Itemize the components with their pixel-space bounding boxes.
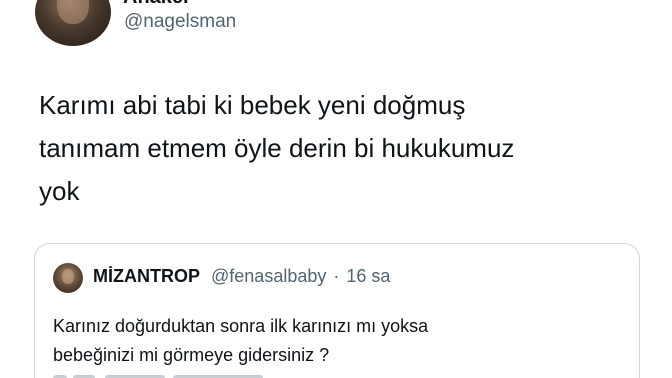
quoted-author-display-name: MİZANTROP xyxy=(93,266,200,286)
quoted-tweet-text-line: Karınız doğurduktan sonra ilk karınızı m… xyxy=(53,316,429,336)
quoted-tweet-header: MİZANTROP @fenasalbaby · 16 sa xyxy=(93,266,390,287)
tweet-text-line: yok xyxy=(39,176,80,206)
quoted-avatar-face xyxy=(62,269,74,284)
quoted-tweet-text: Karınız doğurduktan sonra ilk karınızı m… xyxy=(53,312,623,370)
quoted-tweet-card[interactable]: MİZANTROP @fenasalbaby · 16 sa Karınız d… xyxy=(34,243,640,378)
tweet-text: Karımı abi tabi ki bebek yeni doğmuş tan… xyxy=(39,84,639,213)
tweet-text-line: tanımam etmem öyle derin bi hukukumuz xyxy=(39,133,515,163)
tweet-text-line: Karımı abi tabi ki bebek yeni doğmuş xyxy=(39,90,466,120)
quoted-tweet-separator: · xyxy=(333,266,340,286)
tweet-screenshot: Anakei @nagelsman Karımı abi tabi ki beb… xyxy=(0,0,672,378)
quoted-tweet-text-line: bebeğinizi mi görmeye gidersiniz ? xyxy=(53,345,330,365)
author-avatar[interactable] xyxy=(35,0,111,46)
quoted-tweet-footer-cutoff xyxy=(53,372,273,378)
author-handle[interactable]: @nagelsman xyxy=(124,11,236,33)
avatar-face xyxy=(57,0,89,24)
author-display-name[interactable]: Anakei xyxy=(123,0,189,9)
quoted-author-avatar xyxy=(53,263,83,293)
quoted-tweet-time: 16 sa xyxy=(346,266,391,286)
quoted-author-handle: @fenasalbaby xyxy=(211,266,327,286)
